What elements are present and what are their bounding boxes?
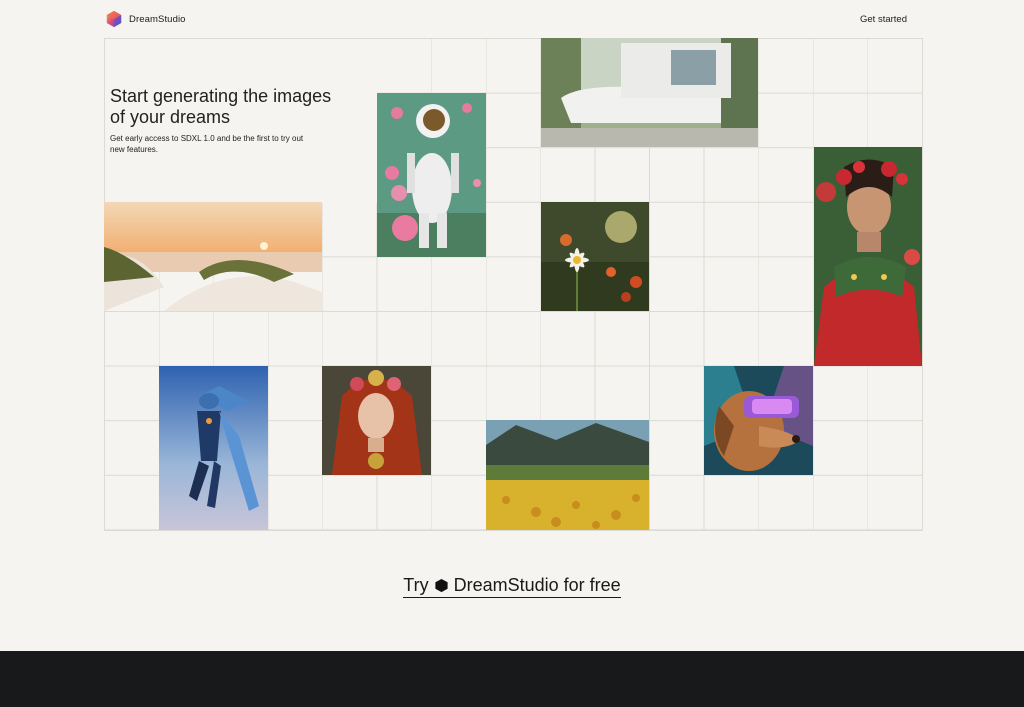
brand-name: DreamStudio bbox=[129, 13, 186, 25]
dreamstudio-hexagon-icon bbox=[435, 578, 448, 593]
cta-prefix: Try bbox=[403, 575, 429, 595]
astronaut-image bbox=[377, 93, 486, 257]
footer bbox=[0, 651, 1024, 707]
cta-brand: DreamStudio for free bbox=[453, 575, 621, 595]
get-started-link[interactable]: Get started bbox=[860, 14, 907, 25]
daisy-image bbox=[541, 202, 649, 311]
portrait-flower-crown-woman-image bbox=[814, 147, 922, 366]
brand-logo[interactable]: DreamStudio bbox=[105, 10, 186, 28]
hero-subtitle: Get early access to SDXL 1.0 and be the … bbox=[110, 134, 304, 154]
redhead-portrait-image bbox=[322, 366, 431, 475]
modern-house-image bbox=[541, 38, 758, 147]
dog-vr-image bbox=[704, 366, 813, 475]
flying-robot-image bbox=[159, 366, 268, 530]
try-dreamstudio-link[interactable]: Try DreamStudio for free bbox=[403, 575, 621, 598]
dreamstudio-logo-icon bbox=[106, 10, 122, 28]
top-nav: DreamStudio Get started bbox=[0, 0, 1024, 38]
beach-dunes-image bbox=[104, 202, 322, 311]
cta-section: Try DreamStudio for free bbox=[0, 575, 1024, 598]
flower-meadow-image bbox=[486, 420, 649, 530]
hero-title: Start generating the images of your drea… bbox=[110, 86, 332, 127]
